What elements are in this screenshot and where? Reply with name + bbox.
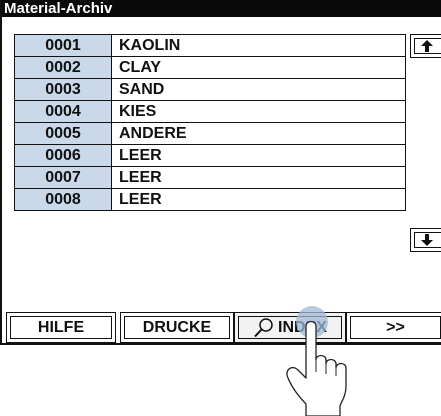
row-number: 0005 (14, 122, 112, 145)
material-list: 0001 KAOLIN 0002 CLAY 0003 SAND 0004 KIE… (14, 34, 406, 211)
help-button[interactable]: HILFE (6, 312, 116, 343)
arrow-up-icon (421, 40, 433, 52)
window-title: Material-Archiv (2, 0, 441, 17)
scroll-down-button[interactable] (410, 228, 441, 252)
next-page-button[interactable]: >> (346, 312, 441, 343)
row-number: 0004 (14, 100, 112, 123)
row-name: LEER (111, 188, 406, 211)
table-row[interactable]: 0007 LEER (14, 166, 406, 189)
next-page-button-label: >> (386, 318, 405, 336)
material-archive-screen: Material-Archiv 0001 KAOLIN 0002 CLAY 00… (0, 0, 441, 345)
table-row[interactable]: 0001 KAOLIN (14, 34, 406, 57)
print-button[interactable]: DRUCKE (120, 312, 234, 343)
row-name: KAOLIN (111, 34, 406, 57)
table-row[interactable]: 0008 LEER (14, 188, 406, 211)
row-name: SAND (111, 78, 406, 101)
row-number: 0001 (14, 34, 112, 57)
table-row[interactable]: 0005 ANDERE (14, 122, 406, 145)
row-name: LEER (111, 144, 406, 167)
row-number: 0006 (14, 144, 112, 167)
row-name: LEER (111, 166, 406, 189)
table-row[interactable]: 0004 KIES (14, 100, 406, 123)
help-button-label: HILFE (37, 318, 85, 336)
table-row[interactable]: 0006 LEER (14, 144, 406, 167)
row-name: CLAY (111, 56, 406, 79)
arrow-down-icon (421, 234, 433, 246)
row-number: 0003 (14, 78, 112, 101)
row-name: KIES (111, 100, 406, 123)
row-name: ANDERE (111, 122, 406, 145)
row-number: 0007 (14, 166, 112, 189)
scroll-up-button[interactable] (410, 34, 441, 58)
table-row[interactable]: 0003 SAND (14, 78, 406, 101)
function-button-bar: HILFE DRUCKE INDEX >> (6, 312, 441, 345)
print-button-label: DRUCKE (142, 318, 212, 336)
pointing-hand-icon (286, 306, 347, 416)
table-row[interactable]: 0002 CLAY (14, 56, 406, 79)
row-number: 0008 (14, 188, 112, 211)
row-number: 0002 (14, 56, 112, 79)
